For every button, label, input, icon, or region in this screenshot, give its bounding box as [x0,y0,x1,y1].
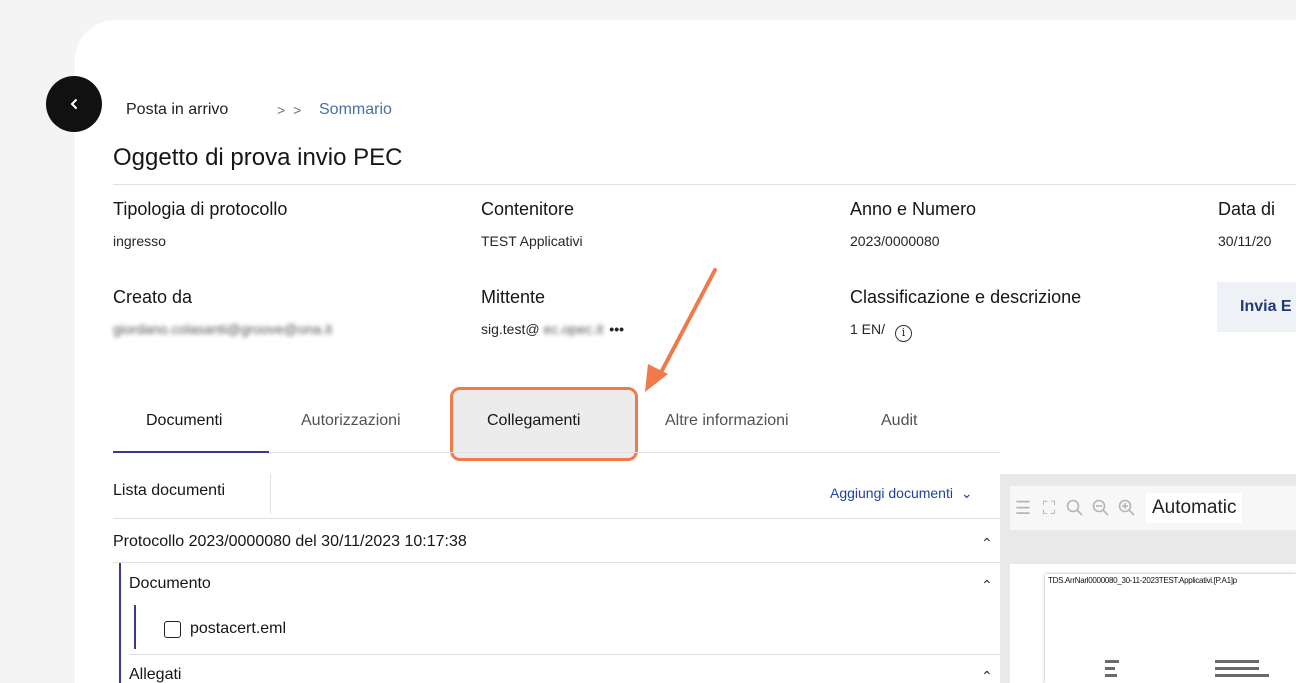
lista-documenti-title: Lista documenti [113,482,226,499]
pdf-text-line [1215,674,1269,677]
classificazione-label: Classificazione e descrizione [850,287,1082,307]
back-button[interactable] [46,76,102,132]
aggiungi-documenti-label: Aggiungi documenti [830,485,953,501]
chevron-up-icon[interactable]: ⌃ [981,577,993,594]
mittente-value-text: sig.test@ [481,321,540,337]
list-header-separator [270,474,271,514]
protocol-row[interactable]: Protocollo 2023/0000080 del 30/11/2023 1… [113,533,467,551]
pdf-text-line [1215,667,1259,670]
pdf-toolbar: ☰ ⛶ Automatic [1010,486,1296,530]
tab-collegamenti[interactable]: Collegamenti [487,412,580,430]
tab-autorizzazioni[interactable]: Autorizzazioni [301,412,401,430]
pdf-text-line [1105,660,1119,663]
file-checkbox[interactable] [164,621,181,638]
breadcrumb-current[interactable]: Sommario [319,101,392,119]
contenitore-value: TEST Applicativi [481,233,583,249]
chevron-left-icon [70,99,77,109]
classificazione-value-text: 1 EN/ [850,321,886,337]
allegati-group-label[interactable]: Allegati [129,666,181,683]
zoom-select[interactable]: Automatic [1146,493,1243,523]
pdf-viewer: ☰ ⛶ Automatic TDS.ArrNarl0000080_30-11-2… [1000,474,1296,683]
zoom-in-icon[interactable] [1114,495,1140,521]
tab-documenti[interactable]: Documenti [146,412,222,430]
data-value: 30/11/20 [1218,233,1272,249]
chevron-down-icon: ⌄ [960,485,973,501]
active-tab-indicator [113,451,269,453]
search-icon[interactable] [1062,495,1088,521]
contenitore-label: Contenitore [481,199,575,219]
protocol-tree-bar [119,563,121,683]
page-title: Oggetto di prova invio PEC [113,144,403,171]
breadcrumb-separator: > > [277,102,304,118]
mittente-value: sig.test@ ec.opec.it ••• [481,321,624,337]
mittente-more-button[interactable]: ••• [609,321,624,337]
documento-tree-bar [134,605,136,649]
list-icon[interactable]: ☰ [1010,495,1036,521]
pdf-page-header: TDS.ArrNarl0000080_30-11-2023TEST.Applic… [1048,576,1237,585]
fullscreen-icon[interactable]: ⛶ [1036,495,1062,521]
chevron-up-icon[interactable]: ⌃ [981,535,993,552]
documento-group-label[interactable]: Documento [129,575,211,593]
invia-button[interactable]: Invia E [1217,282,1296,332]
pdf-page: TDS.ArrNarl0000080_30-11-2023TEST.Applic… [1045,574,1296,683]
breadcrumb-home-link[interactable]: Posta in arrivo [126,101,228,119]
anno-numero-value: 2023/0000080 [850,233,940,249]
zoom-out-icon[interactable] [1088,495,1114,521]
creato-da-value: giordano.colasanti@groove@ona.it [113,321,333,337]
list-header-divider [113,518,1000,519]
mittente-value-blurred: ec.opec.it [543,321,604,337]
protocol-divider [113,562,1000,563]
info-icon[interactable]: i [895,325,913,342]
mittente-label: Mittente [481,287,546,307]
file-divider [129,654,1000,655]
anno-numero-label: Anno e Numero [850,199,977,219]
chevron-up-icon[interactable]: ⌃ [981,668,993,683]
tab-audit[interactable]: Audit [881,412,917,430]
pdf-text-line [1105,674,1117,677]
aggiungi-documenti-button[interactable]: Aggiungi documenti ⌄ [830,485,973,502]
tipologia-value: ingresso [113,233,166,249]
pdf-text-line [1105,667,1115,670]
title-divider [113,184,1296,185]
data-label: Data di [1218,199,1276,219]
file-name[interactable]: postacert.eml [190,620,286,638]
pdf-text-line [1215,660,1259,663]
tipologia-label: Tipologia di protocollo [113,199,288,219]
creato-da-label: Creato da [113,287,193,307]
classificazione-value: 1 EN/i [850,321,913,342]
tab-altre-informazioni[interactable]: Altre informazioni [665,412,789,430]
